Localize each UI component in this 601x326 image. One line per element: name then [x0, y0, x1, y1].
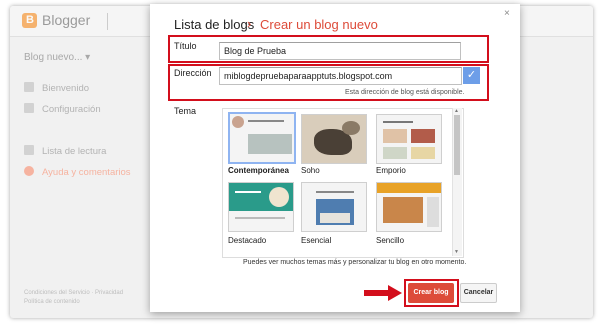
brand-name: Blogger [42, 12, 91, 28]
header-divider [107, 13, 108, 30]
gear-icon [24, 103, 34, 113]
bookmark-icon [24, 145, 34, 155]
breadcrumb-root: Lista de blogs [174, 17, 255, 32]
theme-name: Sencillo [376, 236, 405, 245]
sidebar-item-label: Lista de lectura [42, 146, 107, 157]
sidebar-item-lista-de-lectura[interactable]: Lista de lectura [24, 145, 106, 157]
theme-thumb-contemporanea[interactable] [228, 112, 296, 164]
screenshot-frame: B Blogger Blog nuevo... ▾ Bienvenido Con… [0, 0, 601, 326]
theme-name: Contemporánea [228, 166, 289, 175]
theme-hint: Puedes ver muchos temas más y personaliz… [243, 259, 467, 266]
title-input[interactable]: Blog de Prueba [219, 42, 461, 60]
theme-scrollbar[interactable]: ▲ ▼ [452, 108, 462, 256]
theme-thumb-emporio[interactable] [376, 114, 442, 164]
sidebar-item-label: Ayuda y comentarios [42, 167, 131, 178]
logo-letter: B [26, 14, 34, 26]
red-arrow-icon [364, 285, 402, 301]
address-input[interactable]: miblogdepruebaparaapptuts.blogspot.com [219, 67, 462, 85]
theme-name: Destacado [228, 236, 267, 245]
dialog-title: Crear un blog nuevo [260, 17, 378, 32]
blog-selector-label: Blog nuevo... [24, 52, 83, 63]
theme-label: Tema [174, 106, 197, 116]
create-blog-button[interactable]: Crear blog [408, 283, 454, 303]
theme-thumb-sencillo[interactable] [376, 182, 442, 232]
theme-name: Soho [301, 166, 320, 175]
close-icon[interactable]: × [504, 8, 510, 19]
theme-name: Esencial [301, 236, 332, 245]
breadcrumb-blog-list[interactable]: Lista de blogs [174, 17, 254, 32]
blogger-logo-icon: B [22, 13, 37, 28]
theme-name: Emporio [376, 166, 406, 175]
check-icon: ✓ [463, 67, 480, 84]
cancel-button[interactable]: Cancelar [460, 283, 497, 303]
sidebar-item-configuracion[interactable]: Configuración [24, 103, 101, 115]
theme-thumb-esencial[interactable] [301, 182, 367, 232]
theme-thumb-soho[interactable] [301, 114, 367, 164]
sidebar-item-label: Bienvenido [42, 83, 90, 94]
scroll-up-icon[interactable]: ▲ [454, 108, 459, 114]
address-status: Esta dirección de blog está disponible. [345, 89, 465, 96]
help-icon [24, 166, 34, 176]
breadcrumb-separator: › [247, 16, 252, 31]
address-label: Dirección [174, 68, 212, 78]
chevron-down-icon: ▾ [85, 52, 91, 63]
theme-thumb-destacado[interactable] [228, 182, 294, 232]
scroll-down-icon[interactable]: ▼ [454, 249, 459, 255]
blog-selector[interactable]: Blog nuevo... ▾ [24, 52, 90, 63]
title-label: Título [174, 41, 197, 51]
sidebar-item-ayuda[interactable]: Ayuda y comentarios [24, 166, 131, 178]
sidebar-item-bienvenido[interactable]: Bienvenido [24, 82, 89, 94]
sidebar-item-label: Configuración [42, 104, 101, 115]
scrollbar-thumb[interactable] [454, 115, 460, 175]
page-icon [24, 82, 34, 92]
